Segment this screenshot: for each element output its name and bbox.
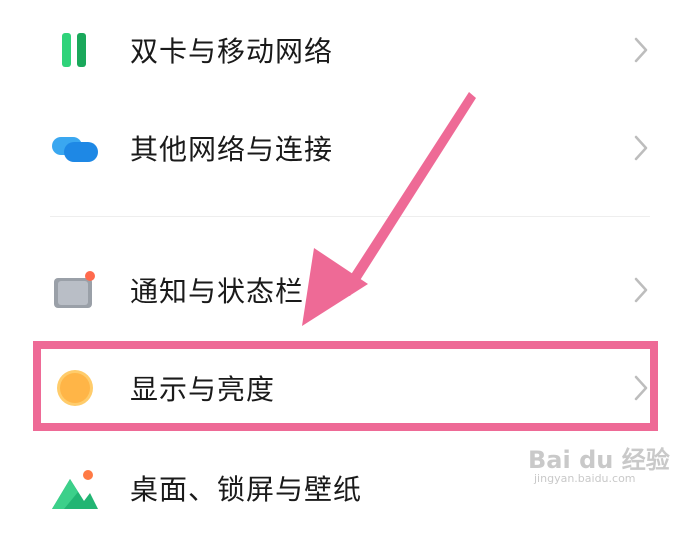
settings-item-label: 桌面、锁屏与壁纸 (130, 473, 363, 506)
settings-item-other-networks[interactable]: 其他网络与连接 (0, 100, 690, 196)
highlight-box (33, 341, 658, 431)
section-divider (50, 216, 650, 217)
settings-item-label: 通知与状态栏 (130, 275, 305, 308)
notification-icon (54, 271, 95, 308)
settings-item-label: 双卡与移动网络 (130, 35, 334, 68)
watermark-logo: Bai du 经验 (528, 446, 670, 474)
wallpaper-icon (52, 470, 98, 509)
chevron-right-icon (634, 37, 648, 63)
settings-item-dual-sim[interactable]: 双卡与移动网络 (0, 2, 690, 98)
chevron-right-icon (634, 277, 648, 303)
settings-item-notifications[interactable]: 通知与状态栏 (0, 242, 690, 338)
chevron-right-icon (634, 135, 648, 161)
watermark-url: jingyan.baidu.com (534, 472, 636, 485)
settings-item-label: 其他网络与连接 (130, 133, 334, 166)
connection-bubbles-icon (52, 137, 98, 162)
dual-sim-icon (62, 33, 86, 67)
baidu-watermark: Bai du 经验 jingyan.baidu.com (528, 432, 678, 492)
